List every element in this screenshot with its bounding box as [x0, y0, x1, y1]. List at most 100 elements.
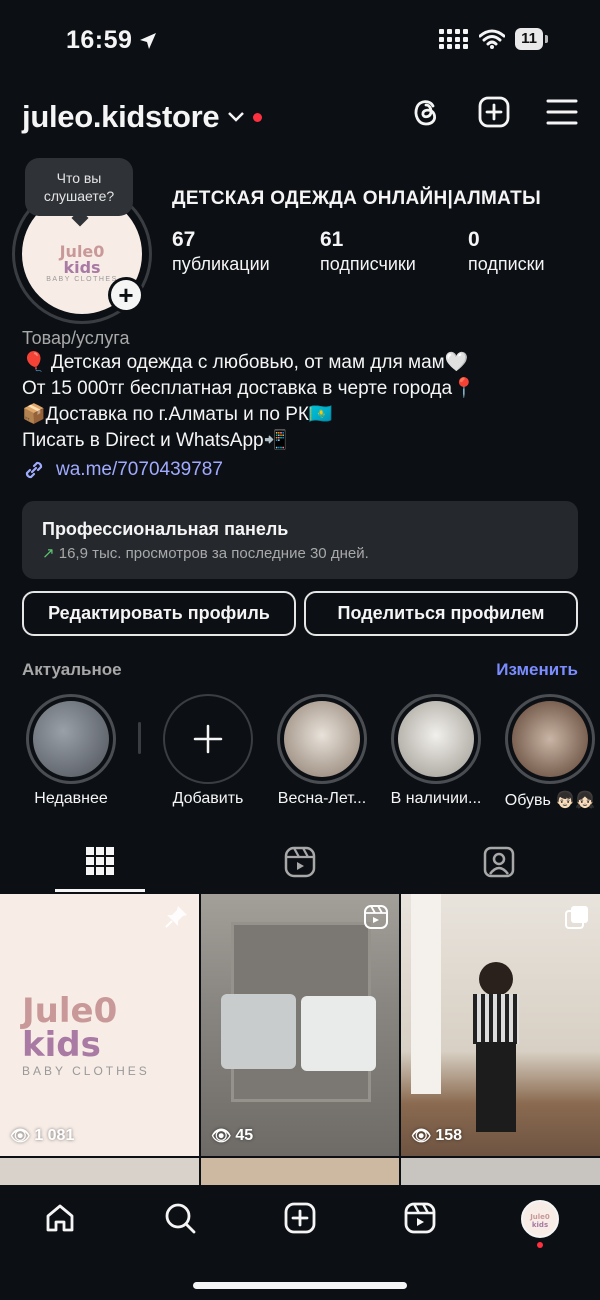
battery-level: 11 — [515, 28, 543, 50]
view-count: 👁 45 — [211, 1126, 253, 1146]
highlight-label: Обувь 👦🏻👧🏻 — [504, 792, 596, 809]
profile-category: Товар/услуга — [22, 328, 130, 348]
battery-cap — [545, 35, 548, 43]
plus-icon: + — [111, 280, 141, 310]
profile-link-text: wa.me/7070439787 — [56, 459, 223, 480]
eye-icon: 👁 — [211, 1128, 232, 1145]
highlight-in-stock[interactable]: В наличии... — [380, 694, 492, 808]
add-highlight-circle — [163, 694, 253, 784]
profile-bio: 🎈 Детская одежда с любовью, от мам для м… — [22, 350, 476, 454]
stat-following-label: подписки — [468, 254, 545, 274]
avatar-logo-tag: BABY CLOTHES — [46, 275, 118, 283]
stat-following-value: 0 — [468, 228, 480, 251]
highlight-label: Весна-Лет... — [277, 790, 367, 807]
share-profile-button[interactable]: Поделиться профилем — [304, 591, 578, 636]
view-count-value: 158 — [435, 1127, 463, 1144]
trend-up-icon: ↗ — [42, 545, 55, 562]
post-tile[interactable] — [0, 1158, 199, 1188]
view-count: 👁 158 — [411, 1126, 462, 1146]
tile-child-head — [479, 962, 513, 996]
wifi-icon — [479, 29, 506, 49]
nav-avatar-line2: kids — [531, 1221, 549, 1229]
edit-highlights-link[interactable]: Изменить — [496, 660, 578, 680]
chevron-down-icon — [228, 112, 245, 122]
home-icon[interactable] — [44, 1202, 76, 1234]
notification-dot — [253, 112, 263, 122]
create-post-icon[interactable] — [478, 96, 510, 128]
bio-line: 🎈 Детская одежда с любовью, от мам для м… — [22, 352, 469, 373]
stat-posts-label: публикации — [172, 254, 270, 274]
post-tile[interactable] — [401, 1158, 600, 1188]
profile-notification-dot — [537, 1242, 543, 1248]
grid-tab-icon[interactable] — [85, 846, 115, 876]
header-actions — [410, 96, 578, 128]
highlight-label: Добавить — [172, 790, 244, 807]
tile-shirt-left — [221, 994, 296, 1069]
battery-indicator: 11 — [515, 28, 548, 50]
bio-line: 📦Доставка по г.Алматы и по РК🇰🇿 — [22, 404, 333, 425]
status-icons: 11 — [439, 28, 548, 50]
add-story-button[interactable]: + — [108, 277, 144, 313]
avatar-logo-line2: kids — [63, 257, 101, 277]
threads-icon[interactable] — [410, 96, 442, 128]
eye-icon: 👁 — [10, 1128, 31, 1145]
tile-logo: Jule0 kids BABY CLOTHES — [22, 994, 150, 1078]
stat-posts[interactable]: 67 публикации — [172, 228, 270, 275]
note-bubble[interactable]: Что вы слушаете? — [25, 158, 133, 216]
active-tab-indicator — [55, 889, 145, 892]
post-tile[interactable]: 👁 45 — [201, 894, 399, 1156]
eye-icon: 👁 — [411, 1128, 432, 1145]
home-indicator[interactable] — [193, 1282, 407, 1289]
highlight-cover — [33, 701, 109, 777]
profile-link[interactable]: wa.me/7070439787 — [22, 458, 223, 482]
reels-tab-icon[interactable] — [284, 846, 316, 878]
tile-shirt-right — [301, 996, 376, 1071]
highlight-add[interactable]: Добавить — [152, 694, 264, 808]
reels-icon[interactable] — [404, 1202, 436, 1234]
highlight-shoes[interactable]: Обувь 👦🏻👧🏻 — [494, 694, 600, 810]
highlights-heading: Актуальное — [22, 660, 122, 679]
tile-child-top — [473, 994, 519, 1044]
tile-logo-line1: Jule0 — [22, 991, 118, 1031]
post-tile[interactable] — [201, 1158, 399, 1188]
stat-followers-value: 61 — [320, 228, 344, 251]
carousel-icon — [565, 906, 588, 929]
pro-dashboard-stats: 16,9 тыс. просмотров за последние 30 дне… — [58, 545, 369, 562]
signal-icon — [439, 29, 469, 49]
professional-dashboard[interactable]: Профессиональная панель ↗ 16,9 тыс. прос… — [22, 501, 578, 579]
tile-logo-line2: kids — [22, 1025, 101, 1065]
stat-followers[interactable]: 61 подписчики — [320, 228, 416, 275]
nav-avatar-line1: Jule0 — [530, 1213, 550, 1221]
tagged-tab-icon[interactable] — [483, 846, 515, 878]
create-icon[interactable] — [284, 1202, 316, 1234]
post-tile[interactable]: 👁 158 — [401, 894, 600, 1156]
post-tile[interactable]: Jule0 kids BABY CLOTHES 👁 1 081 — [0, 894, 199, 1156]
view-count-value: 1 081 — [34, 1127, 75, 1144]
highlight-cover — [284, 701, 360, 777]
location-arrow-icon — [140, 33, 156, 49]
highlight-recent[interactable]: Недавнее — [15, 694, 127, 808]
view-count-value: 45 — [235, 1127, 254, 1144]
pro-dashboard-title: Профессиональная панель — [42, 519, 289, 539]
menu-icon[interactable] — [546, 98, 578, 126]
profile-nav-avatar[interactable]: Jule0 kids — [521, 1200, 559, 1238]
profile-display-name: ДЕТСКАЯ ОДЕЖДА ОНЛАЙН|АЛМАТЫ — [172, 188, 541, 209]
highlight-cover-ring — [277, 694, 367, 784]
highlights-separator — [138, 722, 141, 754]
plus-icon — [193, 724, 223, 754]
username-label: juleo.kidstore — [22, 99, 220, 134]
highlight-cover — [398, 701, 474, 777]
bio-line: От 15 000тг бесплатная доставка в черте … — [22, 378, 476, 399]
pin-icon — [165, 906, 187, 928]
highlight-label: Недавнее — [34, 790, 108, 807]
highlight-spring-summer[interactable]: Весна-Лет... — [266, 694, 378, 808]
username-switcher[interactable]: juleo.kidstore — [22, 99, 263, 135]
tile-logo-tag: BABY CLOTHES — [22, 1064, 150, 1078]
tile-curtain — [411, 894, 441, 1094]
tile-child-pants — [476, 1042, 516, 1132]
highlight-label: В наличии... — [390, 790, 482, 807]
view-count: 👁 1 081 — [10, 1126, 74, 1146]
search-icon[interactable] — [164, 1202, 196, 1234]
edit-profile-button[interactable]: Редактировать профиль — [22, 591, 296, 636]
stat-following[interactable]: 0 подписки — [468, 228, 545, 275]
